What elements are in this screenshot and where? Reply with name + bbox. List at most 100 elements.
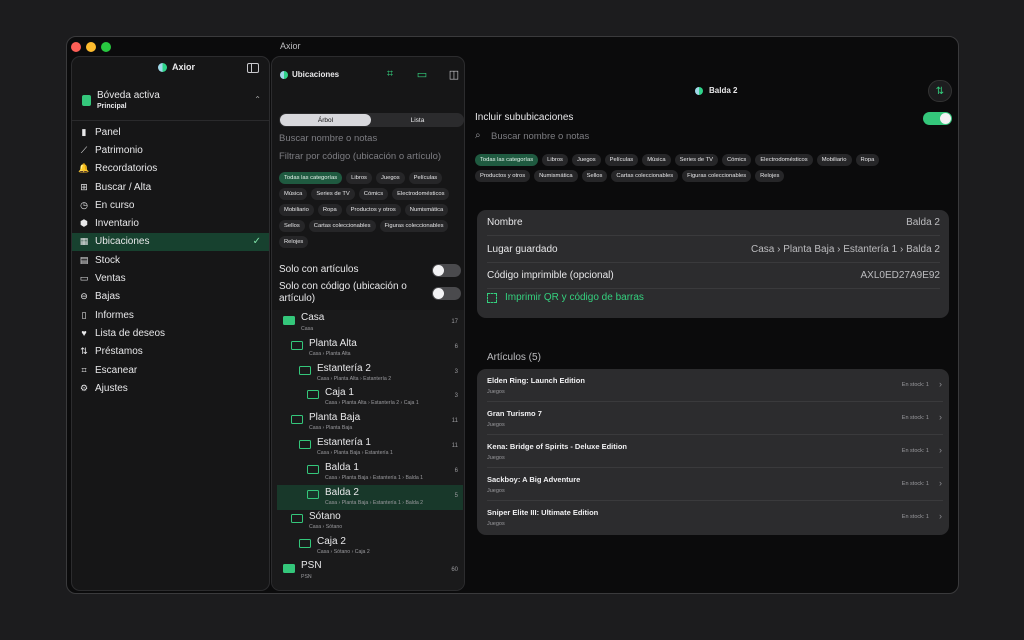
close-window-button[interactable]	[71, 42, 81, 52]
category-chip[interactable]: Películas	[408, 172, 443, 184]
category-chip[interactable]: Películas	[604, 154, 639, 166]
sidebar-item-13[interactable]: ⌗ Escanear	[72, 361, 269, 379]
only-items-toggle[interactable]	[432, 264, 461, 277]
sidebar-item-4[interactable]: ◷ En curso	[72, 196, 269, 214]
tree-node-count: 3	[454, 368, 458, 375]
panel-title: Ubicaciones	[292, 70, 340, 79]
field-row: Nombre Balda 2	[487, 210, 940, 236]
category-chip[interactable]: Libros	[346, 172, 372, 184]
category-chip[interactable]: Cómics	[358, 188, 389, 200]
category-chip[interactable]: Ropa	[855, 154, 880, 166]
folder-icon	[291, 514, 303, 524]
tree-node-path: Casa › Planta Baja › Estantería 1	[317, 450, 393, 456]
category-chip[interactable]: Cómics	[721, 154, 752, 166]
category-chip[interactable]: Cartas coleccionables	[308, 220, 376, 232]
category-chip[interactable]: Relojes	[279, 236, 309, 248]
segment-list[interactable]: Lista	[372, 114, 463, 126]
box-icon: ⬢	[80, 218, 88, 229]
tree-row[interactable]: Caja 2 Casa › Sótano › Caja 2	[277, 534, 463, 559]
tree-row[interactable]: Planta Alta Casa › Planta Alta 6	[277, 336, 463, 361]
article-row[interactable]: Kena: Bridge of Spirits - Deluxe Edition…	[487, 435, 943, 468]
include-sub-toggle[interactable]	[923, 112, 952, 125]
category-chip[interactable]: Numismática	[534, 170, 578, 182]
detail-category-filters: Todas las categorías Libros Juegos Película…	[475, 154, 905, 182]
sidebar-item-14[interactable]: ⚙ Ajustes	[72, 379, 269, 397]
detail-search-input[interactable]: Buscar nombre o notas	[491, 131, 589, 142]
category-chip[interactable]: Juegos	[571, 154, 601, 166]
tree-node-path: Casa › Planta Baja › Estantería 1 › Bald…	[325, 499, 424, 506]
segment-tree[interactable]: Árbol	[280, 114, 371, 126]
sidebar-item-5[interactable]: ⬢ Inventario	[72, 214, 269, 232]
sidebar-item-label: Panel	[95, 126, 121, 138]
sort-button[interactable]: ⇅	[928, 80, 952, 102]
tree-row[interactable]: PSN PSN 60	[277, 559, 463, 584]
category-chip[interactable]: Series de TV	[311, 188, 355, 200]
category-chip[interactable]: Productos y otros	[475, 170, 531, 182]
sidebar-item-1[interactable]: ⟋ Patrimonio	[72, 141, 269, 159]
tree-row[interactable]: Balda 2 Casa › Planta Baja › Estantería 1…	[277, 484, 463, 510]
tree-node-name: Estantería 1	[317, 437, 371, 448]
sidebar-item-9[interactable]: ⊖ Bajas	[72, 288, 269, 306]
category-chip[interactable]: Libros	[542, 154, 568, 166]
sidebar-item-0[interactable]: ▮ Panel	[72, 123, 269, 141]
category-chip[interactable]: Sellos	[279, 220, 305, 232]
tree-node-count: 6	[454, 343, 458, 350]
zoom-window-button[interactable]	[101, 42, 111, 52]
vault-selector[interactable]: Bóveda activa Principal ⌃	[72, 85, 269, 121]
tree-row[interactable]: Estantería 2 Casa › Planta Alta › Estante…	[277, 361, 463, 386]
sidebar-item-12[interactable]: ⇅ Préstamos	[72, 343, 269, 361]
category-chip[interactable]: Todas las categorías	[475, 154, 539, 166]
sidebar-item-11[interactable]: ♥ Lista de deseos	[72, 324, 269, 342]
category-chip[interactable]: Productos y otros	[345, 204, 401, 216]
article-stock: En stock: 1	[901, 415, 929, 421]
sidebar-item-8[interactable]: ▭ Ventas	[72, 269, 269, 287]
category-chip[interactable]: Música	[642, 154, 671, 166]
sidebar-item-2[interactable]: 🔔 Recordatorios	[72, 160, 269, 178]
category-chip[interactable]: Figuras coleccionables	[379, 220, 449, 232]
print-label: Imprimir QR y código de barras	[505, 292, 644, 303]
category-chip[interactable]: Ropa	[317, 204, 342, 216]
sidebar-item-3[interactable]: ⊞ Buscar / Alta	[72, 178, 269, 196]
sidebar-toggle-icon[interactable]: ◫	[446, 66, 462, 82]
tree-node-name: Caja 2	[317, 536, 346, 548]
article-row[interactable]: Sniper Elite III: Ultimate Edition Juegos…	[487, 501, 943, 534]
scan-icon[interactable]: ⌗	[382, 66, 398, 82]
category-chip[interactable]: Series de TV	[674, 154, 718, 166]
tree-row[interactable]: Sótano Casa › Sótano	[277, 509, 463, 534]
category-chip[interactable]: Numismática	[404, 204, 449, 216]
category-chip[interactable]: Relojes	[755, 170, 785, 182]
category-chip[interactable]: Juegos	[375, 172, 405, 184]
category-chip[interactable]: Mobiliario	[279, 204, 314, 216]
article-name: Elden Ring: Launch Edition	[487, 376, 585, 385]
folder-icon	[283, 316, 295, 325]
sidebar-item-7[interactable]: ▤ Stock	[72, 251, 269, 269]
articles-list: Elden Ring: Launch Edition Juegos En stock…	[477, 369, 949, 535]
sidebar-toggle-icon[interactable]	[247, 63, 259, 73]
sidebar-item-6[interactable]: ▦ Ubicaciones ✓	[72, 232, 269, 252]
sidebar-item-label: Ventas	[95, 273, 126, 285]
category-chip[interactable]: Mobiliario	[816, 154, 852, 166]
only-code-toggle[interactable]	[432, 287, 461, 300]
category-chip[interactable]: Cartas coleccionables	[611, 170, 679, 182]
sidebar-item-10[interactable]: ▯ Informes	[72, 306, 269, 324]
article-row[interactable]: Gran Turismo 7 Juegos En stock: 1 ›	[487, 402, 943, 435]
code-filter-input[interactable]: Filtrar por código (ubicación o artículo…	[279, 151, 441, 162]
search-input[interactable]: Buscar nombre o notas	[279, 133, 377, 144]
category-chip[interactable]: Música	[279, 188, 308, 200]
field-row: Lugar guardado Casa › Planta Baja › Estan…	[487, 237, 940, 263]
category-chip[interactable]: Electrodomésticos	[392, 188, 450, 200]
tree-row[interactable]: Estantería 1 Casa › Planta Baja › Estante…	[277, 435, 463, 460]
tree-row[interactable]: Balda 1 Casa › Planta Baja › Estantería 1…	[277, 460, 463, 485]
tree-row[interactable]: Casa Casa 17	[277, 311, 463, 336]
category-chip[interactable]: Electrodomésticos	[755, 154, 813, 166]
category-chip[interactable]: Sellos	[581, 170, 608, 182]
tree-row[interactable]: Caja 1 Casa › Planta Alta › Estantería 2 …	[277, 385, 463, 410]
article-row[interactable]: Sackboy: A Big Adventure Juegos En stock: …	[487, 468, 943, 501]
minimize-window-button[interactable]	[86, 42, 96, 52]
article-row[interactable]: Elden Ring: Launch Edition Juegos En stock…	[487, 369, 943, 402]
print-qr-button[interactable]: Imprimir QR y código de barras	[487, 292, 644, 303]
tree-row[interactable]: Planta Baja Casa › Planta Baja 11	[277, 410, 463, 435]
new-folder-icon[interactable]: ▭	[414, 66, 430, 82]
category-chip[interactable]: Figuras coleccionables	[682, 170, 752, 182]
category-chip[interactable]: Todas las categorías	[279, 172, 343, 184]
